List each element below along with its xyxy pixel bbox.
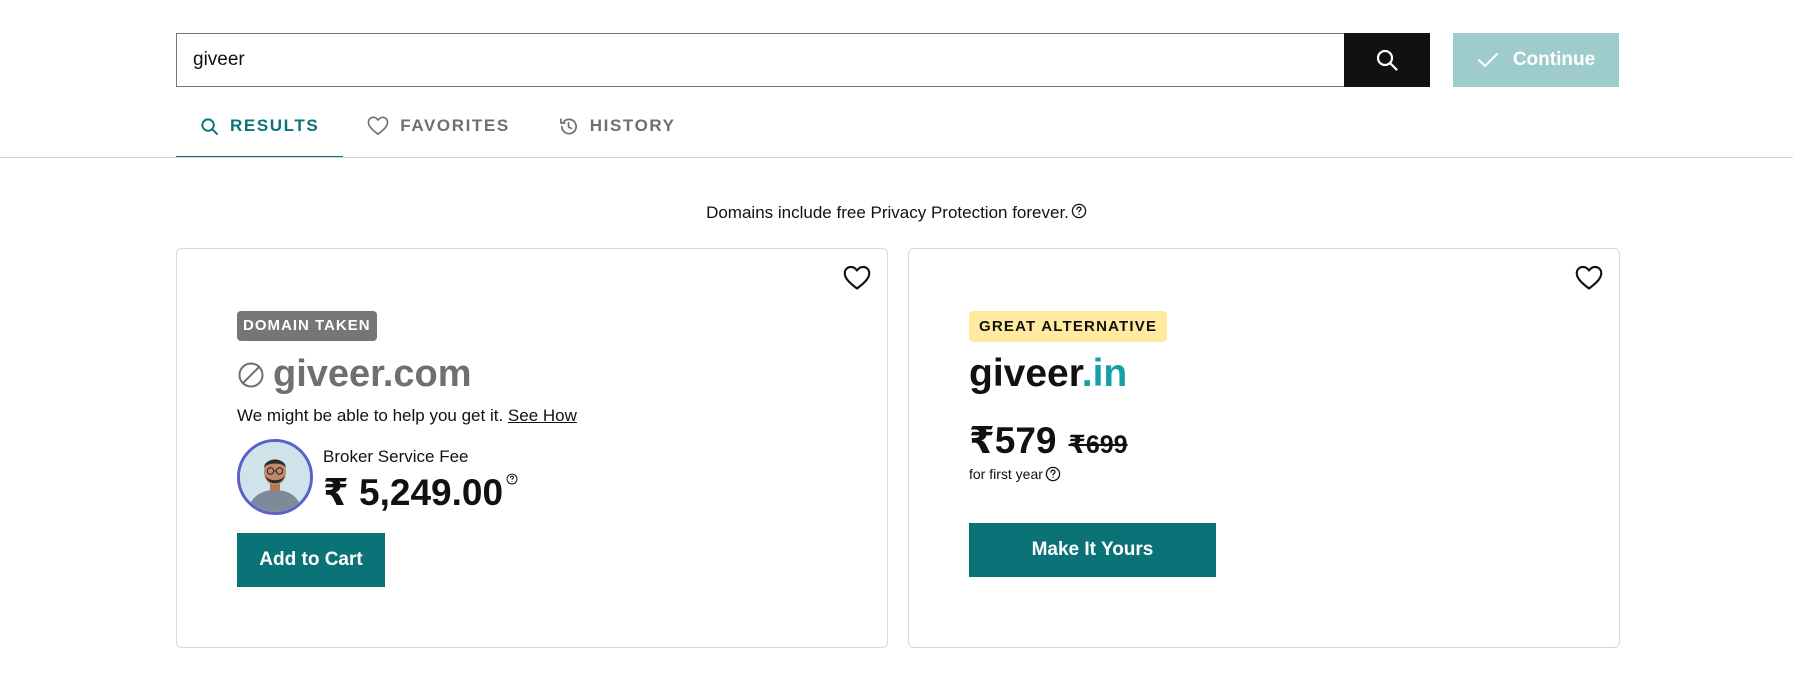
search-bar: Continue [176,33,1619,87]
price-term: for first year [969,466,1061,482]
domain-taken-badge: DOMAIN TAKEN [237,311,377,341]
search-icon [201,117,219,135]
heart-outline-icon[interactable] [843,265,871,291]
history-icon [559,117,577,135]
broker-service-fee-label: Broker Service Fee [323,447,469,466]
taken-domain-card: DOMAIN TAKEN giveer.com We might be able… [176,248,888,648]
tabs-divider [0,157,1793,158]
taken-domain-name: giveer.com [273,353,472,395]
broker-avatar [237,439,313,515]
taken-domain-title: giveer.com [237,353,472,396]
tab-results-label: RESULTS [230,116,320,135]
continue-button[interactable]: Continue [1453,33,1619,87]
broker-price-value: ₹ 5,249.00 [323,472,504,513]
search-button[interactable] [1344,33,1430,87]
continue-label: Continue [1512,49,1596,70]
add-to-cart-button[interactable]: Add to Cart [237,533,385,587]
broker-helper-text: We might be able to help you get it. [237,406,504,425]
original-price: ₹699 [1068,431,1128,459]
tab-favorites-label: FAVORITES [400,116,510,135]
help-icon[interactable] [1071,203,1087,219]
tab-history-label: HISTORY [589,116,676,135]
see-how-link[interactable]: See How [508,406,577,425]
broker-service-fee-price: ₹ 5,249.00 [323,471,518,514]
results-tabs: RESULTS FAVORITES HISTORY [176,96,700,158]
not-available-icon [238,362,264,387]
broker-helper-line: We might be able to help you get it. See… [237,406,577,426]
alternative-price-row: ₹579 ₹699 [969,419,1128,462]
tab-history[interactable]: HISTORY [534,96,700,156]
make-it-yours-button[interactable]: Make It Yours [969,523,1216,577]
checkmark-icon [1477,53,1498,67]
help-icon[interactable] [1045,466,1061,482]
help-icon[interactable] [506,473,518,485]
alternative-domain-tld: .in [1081,352,1128,395]
person-photo-icon [240,442,310,512]
alternative-domain-name: giveer [969,352,1082,395]
alternative-domain-card: GREAT ALTERNATIVE giveer.in ₹579 ₹699 fo… [908,248,1620,648]
privacy-note-text: Domains include free Privacy Protection … [706,203,1069,222]
price-term-text: for first year [969,466,1043,482]
heart-outline-icon[interactable] [1575,265,1603,291]
tab-results[interactable]: RESULTS [176,96,344,158]
sale-price: ₹579 [969,420,1057,461]
privacy-note: Domains include free Privacy Protection … [0,203,1793,223]
heart-icon [367,116,389,135]
great-alternative-badge: GREAT ALTERNATIVE [969,311,1168,342]
alternative-domain-title: giveer.in [969,352,1127,396]
search-icon [1376,49,1398,71]
domain-search-input[interactable] [176,33,1344,87]
tab-favorites[interactable]: FAVORITES [343,96,534,156]
